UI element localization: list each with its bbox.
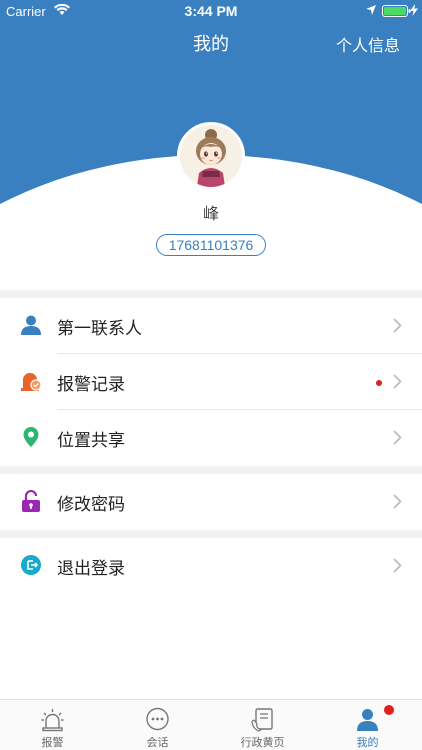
profile-header: Carrier 3:44 PM 我的 个人信息 bbox=[0, 0, 422, 230]
avatar[interactable] bbox=[177, 122, 245, 190]
chevron-right-icon bbox=[393, 558, 402, 573]
user-name: 峰 bbox=[202, 204, 219, 223]
chat-icon bbox=[146, 707, 169, 731]
status-time: 3:44 PM bbox=[184, 3, 238, 19]
tab-badge-dot bbox=[384, 705, 394, 715]
personal-info-button[interactable]: 个人信息 bbox=[336, 32, 400, 56]
section-divider bbox=[0, 466, 422, 474]
chevron-right-icon bbox=[393, 374, 402, 389]
profile-icon bbox=[357, 709, 378, 731]
menu-item-label: 报警记录 bbox=[57, 375, 125, 395]
location-arrow-icon bbox=[366, 5, 376, 15]
status-bar: Carrier 3:44 PM bbox=[0, 0, 422, 22]
section-divider bbox=[0, 290, 422, 298]
chevron-right-icon bbox=[393, 494, 402, 509]
chevron-right-icon bbox=[393, 318, 402, 333]
tab-label: 报警 bbox=[41, 736, 64, 749]
charging-bolt-icon bbox=[410, 4, 418, 16]
tab-mine[interactable]: 我的 bbox=[315, 700, 420, 750]
tab-chat[interactable]: 会话 bbox=[105, 700, 210, 750]
section-divider bbox=[0, 530, 422, 538]
tab-yellow-pages[interactable]: 行政黄页 bbox=[210, 700, 315, 750]
menu-item-label: 退出登录 bbox=[57, 559, 125, 579]
menu-item-logout[interactable]: 退出登录 bbox=[0, 538, 422, 594]
battery-icon bbox=[382, 5, 411, 17]
avatar-cartoon-girl-icon bbox=[180, 125, 242, 187]
menu-item-label: 修改密码 bbox=[57, 495, 125, 515]
phone-number-badge: 17681101376 bbox=[156, 234, 266, 256]
alarm-icon bbox=[41, 709, 64, 732]
person-icon bbox=[21, 315, 41, 335]
tab-bar: 报警 会话 行政黄页 我的 bbox=[0, 699, 422, 750]
location-pin-icon bbox=[23, 427, 39, 447]
menu-item-location-share[interactable]: 位置共享 bbox=[0, 410, 422, 466]
logout-icon bbox=[21, 555, 41, 575]
menu-item-first-contact[interactable]: 第一联系人 bbox=[0, 298, 422, 354]
lock-icon bbox=[22, 490, 40, 512]
tab-label: 我的 bbox=[356, 736, 379, 749]
unread-dot bbox=[376, 380, 382, 386]
alarm-record-icon bbox=[21, 373, 42, 391]
menu-item-label: 第一联系人 bbox=[57, 319, 142, 339]
menu-item-alarm-records[interactable]: 报警记录 bbox=[0, 354, 422, 410]
tab-label: 会话 bbox=[146, 736, 169, 749]
menu-item-label: 位置共享 bbox=[57, 431, 125, 451]
chevron-right-icon bbox=[393, 430, 402, 445]
menu-item-change-password[interactable]: 修改密码 bbox=[0, 474, 422, 530]
tab-label: 行政黄页 bbox=[240, 736, 285, 749]
yellow-pages-icon bbox=[251, 708, 273, 732]
tab-alarm[interactable]: 报警 bbox=[0, 700, 105, 750]
